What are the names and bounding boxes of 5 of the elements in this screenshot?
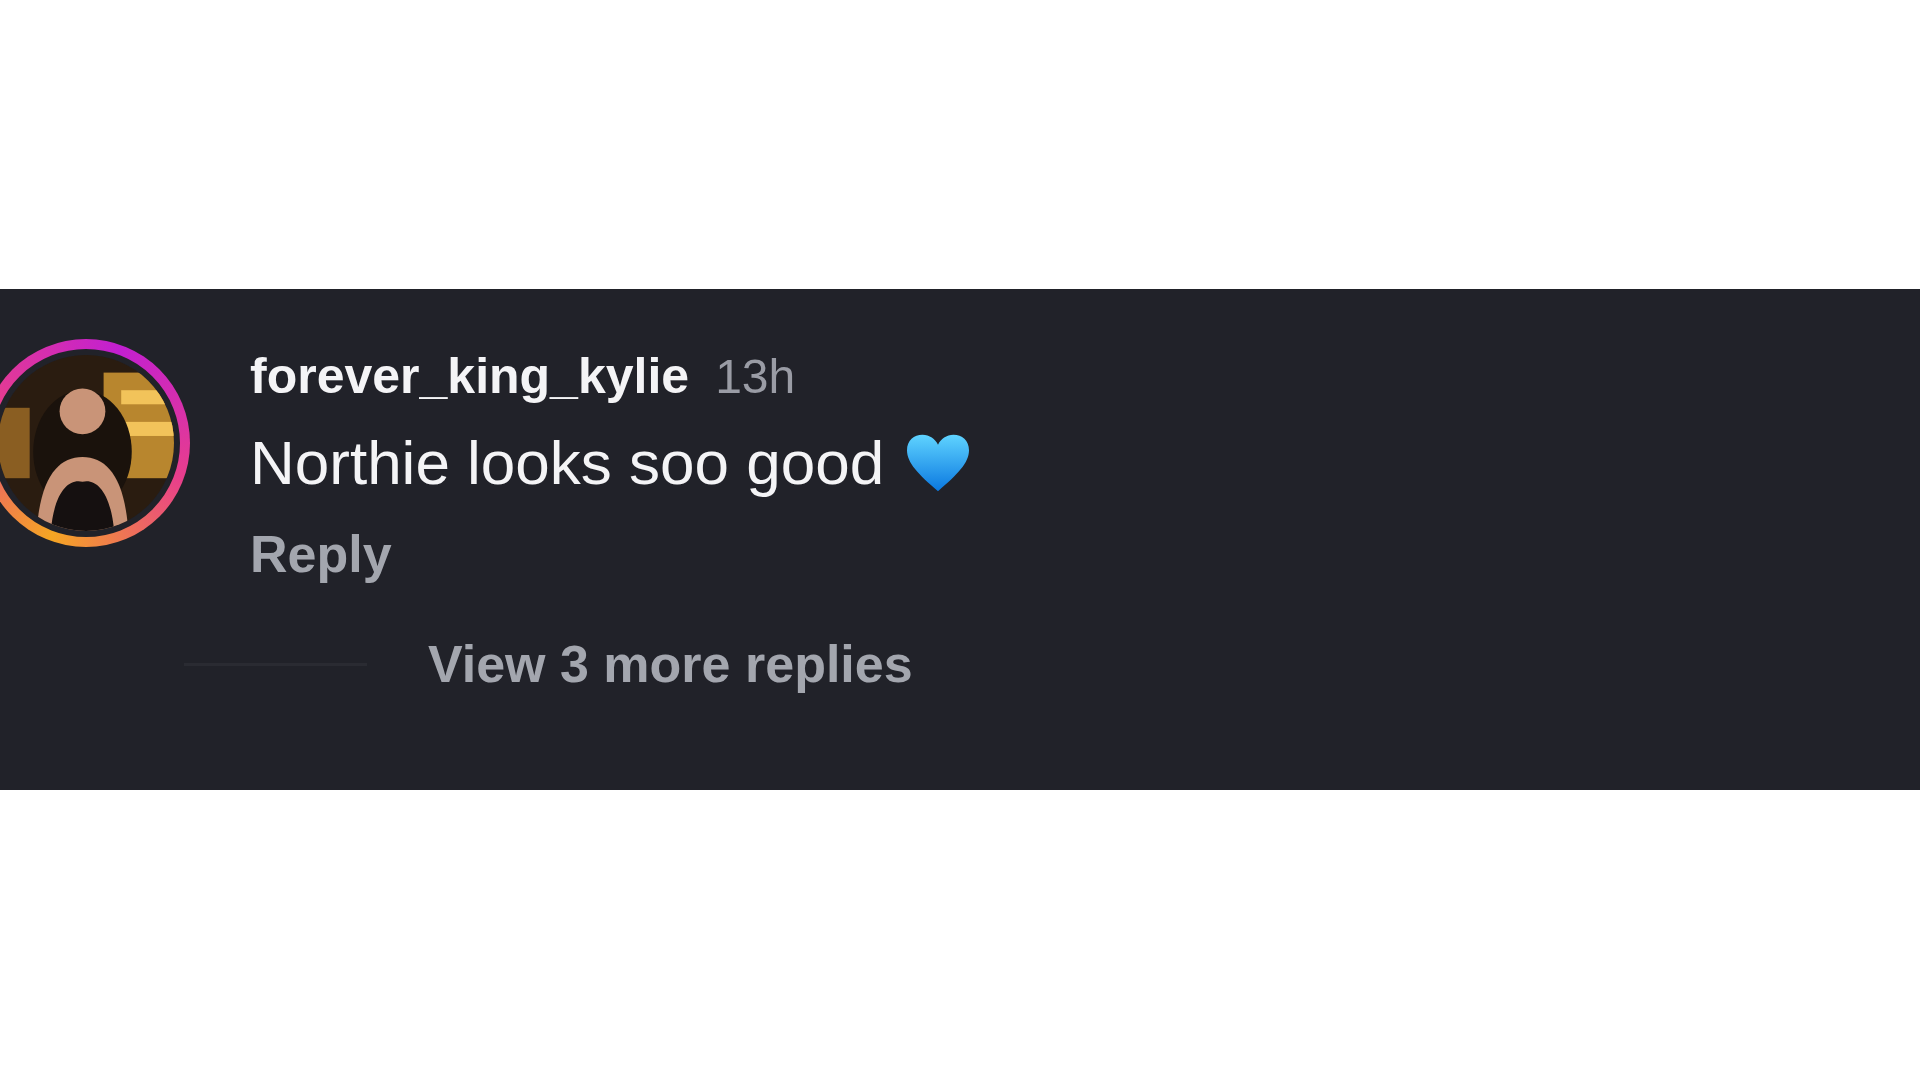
timestamp: 13h xyxy=(715,349,796,404)
reply-button[interactable]: Reply xyxy=(250,524,392,584)
username[interactable]: forever_king_kylie xyxy=(250,347,690,405)
view-replies-button[interactable]: View 3 more replies xyxy=(428,634,913,694)
comment-text: Northie looks soo good xyxy=(250,427,885,498)
